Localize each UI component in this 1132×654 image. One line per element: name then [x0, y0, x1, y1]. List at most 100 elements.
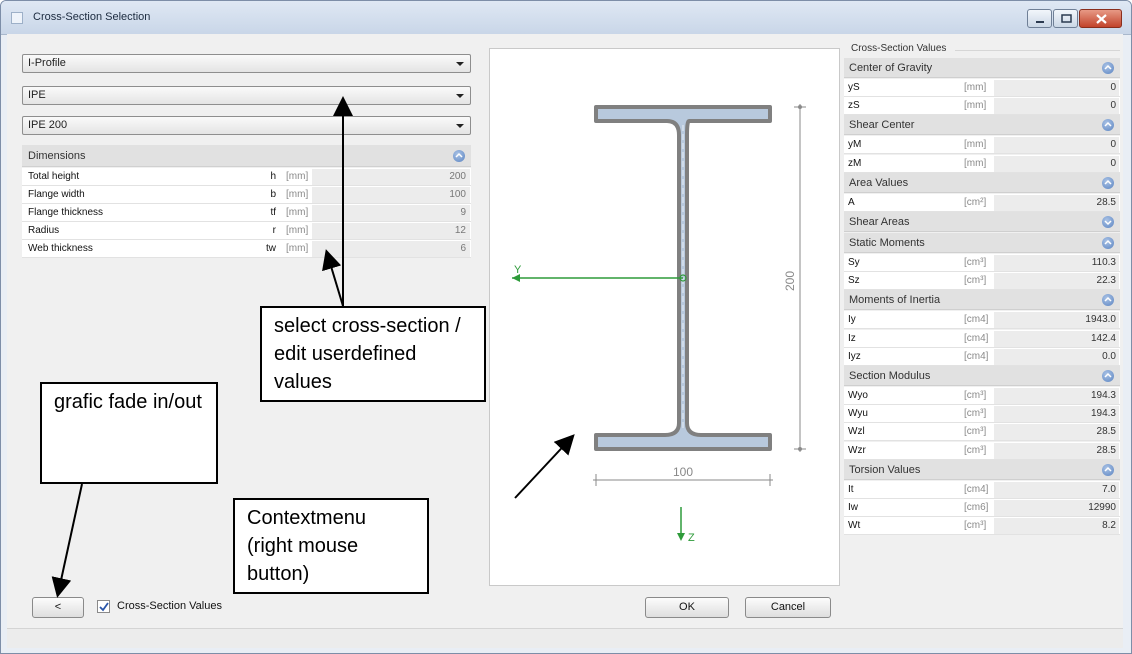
- value-unit: [cm³]: [964, 426, 987, 438]
- ok-button[interactable]: OK: [645, 597, 729, 618]
- value-unit: [cm³]: [964, 408, 987, 420]
- chevron-down-icon: [456, 94, 464, 98]
- profile-value: IPE 200: [28, 119, 68, 131]
- dimension-value-field[interactable]: 6: [312, 241, 470, 257]
- values-group-header[interactable]: Torsion Values: [844, 459, 1120, 480]
- value-label: yM: [848, 139, 862, 151]
- values-group-label: Section Modulus: [849, 370, 931, 382]
- dimension-row: Flange thickness tf [mm] 9: [22, 204, 471, 222]
- maximize-icon: [1061, 14, 1072, 23]
- value-field: 1943.0: [994, 312, 1119, 329]
- dimension-unit: [mm]: [286, 225, 309, 236]
- dimension-symbol: tf: [270, 207, 276, 218]
- values-group-header[interactable]: Center of Gravity: [844, 58, 1120, 78]
- cross-section-values-checkbox[interactable]: [97, 600, 110, 613]
- title-bar[interactable]: Cross-Section Selection: [1, 1, 1131, 35]
- dimension-label: Radius: [28, 225, 60, 236]
- value-field: 28.5: [994, 442, 1119, 459]
- expand-icon[interactable]: [1102, 216, 1114, 228]
- collapse-icon[interactable]: [1102, 463, 1114, 476]
- dimension-value-field[interactable]: 12: [312, 223, 470, 239]
- cross-section-drawing: 200 100 Y Z: [512, 104, 806, 544]
- value-label: Iyz: [848, 350, 861, 362]
- value-row: yM [mm] 0: [844, 136, 1120, 155]
- dimensions-header-label: Dimensions: [28, 150, 86, 162]
- callout-select-cross-section: select cross-section / edit userdefined …: [260, 306, 486, 402]
- value-field: 0.0: [994, 348, 1119, 365]
- dimension-value-field[interactable]: 100: [312, 187, 470, 203]
- value-unit: [cm³]: [964, 520, 987, 532]
- value-row: Wzr [cm³] 28.5: [844, 441, 1120, 460]
- dimension-value-field[interactable]: 200: [312, 169, 470, 185]
- cancel-button[interactable]: Cancel: [745, 597, 831, 618]
- values-group-header[interactable]: Area Values: [844, 172, 1120, 193]
- dimension-symbol: r: [272, 225, 276, 236]
- maximize-button[interactable]: [1053, 9, 1078, 28]
- values-group-header[interactable]: Shear Center: [844, 115, 1120, 136]
- value-row: A [cm²] 28.5: [844, 193, 1120, 212]
- minimize-button[interactable]: [1027, 9, 1052, 28]
- values-group-header[interactable]: Shear Areas: [844, 212, 1120, 232]
- value-label: Sy: [848, 257, 860, 268]
- collapse-icon[interactable]: [1102, 370, 1114, 382]
- values-group-header[interactable]: Section Modulus: [844, 366, 1120, 386]
- collapse-icon[interactable]: [1102, 176, 1114, 189]
- value-label: Sz: [848, 275, 860, 287]
- collapse-icon[interactable]: [1102, 237, 1114, 249]
- width-dim-label: 100: [673, 465, 693, 479]
- value-unit: [mm]: [964, 139, 987, 151]
- value-row: Wt [cm³] 8.2: [844, 517, 1120, 536]
- profile-type-select[interactable]: I-Profile: [22, 54, 471, 73]
- values-panel-title: Cross-Section Values: [851, 43, 947, 54]
- collapse-icon[interactable]: [1102, 119, 1114, 132]
- close-icon: [1096, 14, 1107, 24]
- values-group-label: Static Moments: [849, 237, 925, 249]
- close-button[interactable]: [1079, 9, 1122, 28]
- dimension-symbol: b: [270, 189, 276, 200]
- value-row: Wzl [cm³] 28.5: [844, 423, 1120, 442]
- chevron-down-icon: [456, 124, 464, 128]
- value-row: yS [mm] 0: [844, 79, 1120, 97]
- collapse-icon[interactable]: [1102, 294, 1114, 307]
- value-unit: [mm]: [964, 82, 987, 93]
- value-field: 22.3: [994, 273, 1119, 290]
- value-label: Iy: [848, 314, 856, 326]
- callout-context-menu: Contextmenu (right mouse button): [233, 498, 429, 594]
- dimensions-header[interactable]: Dimensions: [22, 145, 471, 167]
- value-unit: [cm³]: [964, 390, 987, 401]
- value-field: 28.5: [994, 424, 1119, 441]
- fade-toggle-button[interactable]: <: [32, 597, 84, 618]
- height-dim-dot-top: [798, 105, 802, 109]
- value-row: Iy [cm4] 1943.0: [844, 311, 1120, 330]
- dimension-label: Flange thickness: [28, 207, 104, 218]
- value-label: Wzl: [848, 426, 865, 438]
- divider: [955, 50, 1120, 51]
- values-group-label: Center of Gravity: [849, 62, 933, 74]
- values-group-header[interactable]: Static Moments: [844, 233, 1120, 253]
- z-axis-label: Z: [688, 532, 695, 544]
- profile-series-select[interactable]: IPE: [22, 86, 471, 105]
- cross-section-graphic[interactable]: 200 100 Y Z: [489, 48, 840, 586]
- value-label: zM: [848, 157, 862, 169]
- value-unit: [cm4]: [964, 332, 989, 344]
- value-unit: [cm4]: [964, 314, 989, 326]
- value-row: Wyu [cm³] 194.3: [844, 405, 1120, 424]
- minimize-icon: [1036, 21, 1044, 23]
- collapse-icon[interactable]: [1102, 62, 1114, 74]
- dimension-value-field[interactable]: 9: [312, 205, 470, 221]
- dimension-unit: [mm]: [286, 189, 309, 200]
- values-group-header[interactable]: Moments of Inertia: [844, 290, 1120, 311]
- value-field: 0: [994, 155, 1119, 172]
- dimension-unit: [mm]: [286, 207, 309, 218]
- status-bar: [7, 628, 1123, 648]
- value-label: zS: [848, 100, 860, 112]
- checkmark-icon: [99, 602, 109, 612]
- value-row: Iz [cm4] 142.4: [844, 329, 1120, 348]
- profile-select[interactable]: IPE 200: [22, 116, 471, 135]
- dimension-row: Radius r [mm] 12: [22, 222, 471, 240]
- dimension-symbol: h: [270, 171, 276, 182]
- value-field: 110.3: [994, 255, 1119, 271]
- collapse-icon[interactable]: [453, 150, 465, 162]
- dimension-label: Flange width: [28, 189, 85, 200]
- value-unit: [cm4]: [964, 483, 989, 495]
